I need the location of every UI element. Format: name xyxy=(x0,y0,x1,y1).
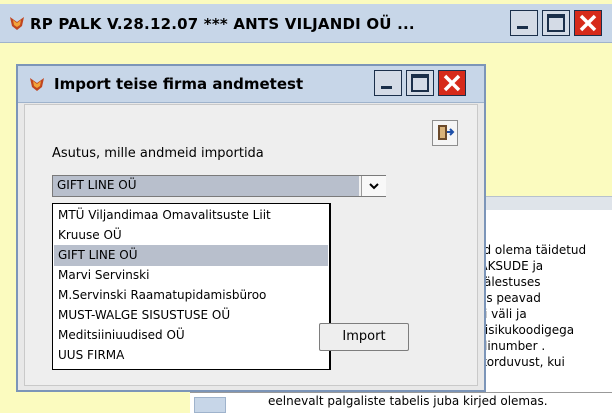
dialog-maximize-button[interactable] xyxy=(406,70,434,96)
import-button-label: Import xyxy=(342,329,386,344)
dialog-title: Import teise firma andmetest xyxy=(54,75,304,93)
dialog-close-button[interactable] xyxy=(438,70,466,96)
bg-bottom-text: eelnevalt palgaliste tabelis juba kirjed… xyxy=(268,394,548,408)
dialog-minimize-button[interactable] xyxy=(374,70,402,96)
dialog-titlebar[interactable]: Import teise firma andmetest xyxy=(18,66,484,103)
import-button[interactable]: Import xyxy=(319,323,409,351)
combo-dropdown-button[interactable] xyxy=(361,176,386,196)
company-dropdown-list[interactable]: MTÜ Viljandimaa Omavalitsuste Liit Kruus… xyxy=(52,203,330,370)
background-bottom-strip: eelnevalt palgaliste tabelis juba kirjed… xyxy=(190,392,612,413)
main-minimize-button[interactable] xyxy=(510,10,538,36)
bg-text-line: vad olema täidetud xyxy=(469,243,587,257)
list-item-selected[interactable]: GIFT LINE OÜ xyxy=(54,245,328,266)
list-item[interactable]: Meditsiiniuudised OÜ xyxy=(54,325,328,346)
app-icon xyxy=(30,78,44,91)
list-item[interactable]: MUST-WALGE SISUSTUSE OÜ xyxy=(54,305,328,326)
import-source-label: Asutus, mille andmeid importida xyxy=(52,146,264,161)
main-window-title: RP PALK V.28.12.07 *** ANTS VILJANDI OÜ … xyxy=(30,15,415,33)
list-item[interactable]: M.Servinski Raamatupidamisbüroo xyxy=(54,285,328,306)
main-close-button[interactable] xyxy=(574,10,602,36)
app-icon xyxy=(10,17,24,30)
chevron-down-icon xyxy=(369,183,379,190)
exit-door-icon xyxy=(438,125,455,140)
main-window-titlebar[interactable]: RP PALK V.28.12.07 *** ANTS VILJANDI OÜ … xyxy=(0,4,612,43)
company-combo-text: GIFT LINE OÜ xyxy=(57,178,137,192)
list-item[interactable]: UUS FIRMA xyxy=(54,345,328,366)
exit-button[interactable] xyxy=(432,120,458,146)
main-maximize-button[interactable] xyxy=(542,10,570,36)
background-tab[interactable] xyxy=(194,397,226,413)
company-combo-value[interactable]: GIFT LINE OÜ xyxy=(53,176,359,196)
list-item[interactable]: MTÜ Viljandimaa Omavalitsuste Liit xyxy=(54,205,328,226)
list-item[interactable]: Marvi Servinski xyxy=(54,265,328,286)
list-item[interactable]: Kruuse OÜ xyxy=(54,225,328,246)
